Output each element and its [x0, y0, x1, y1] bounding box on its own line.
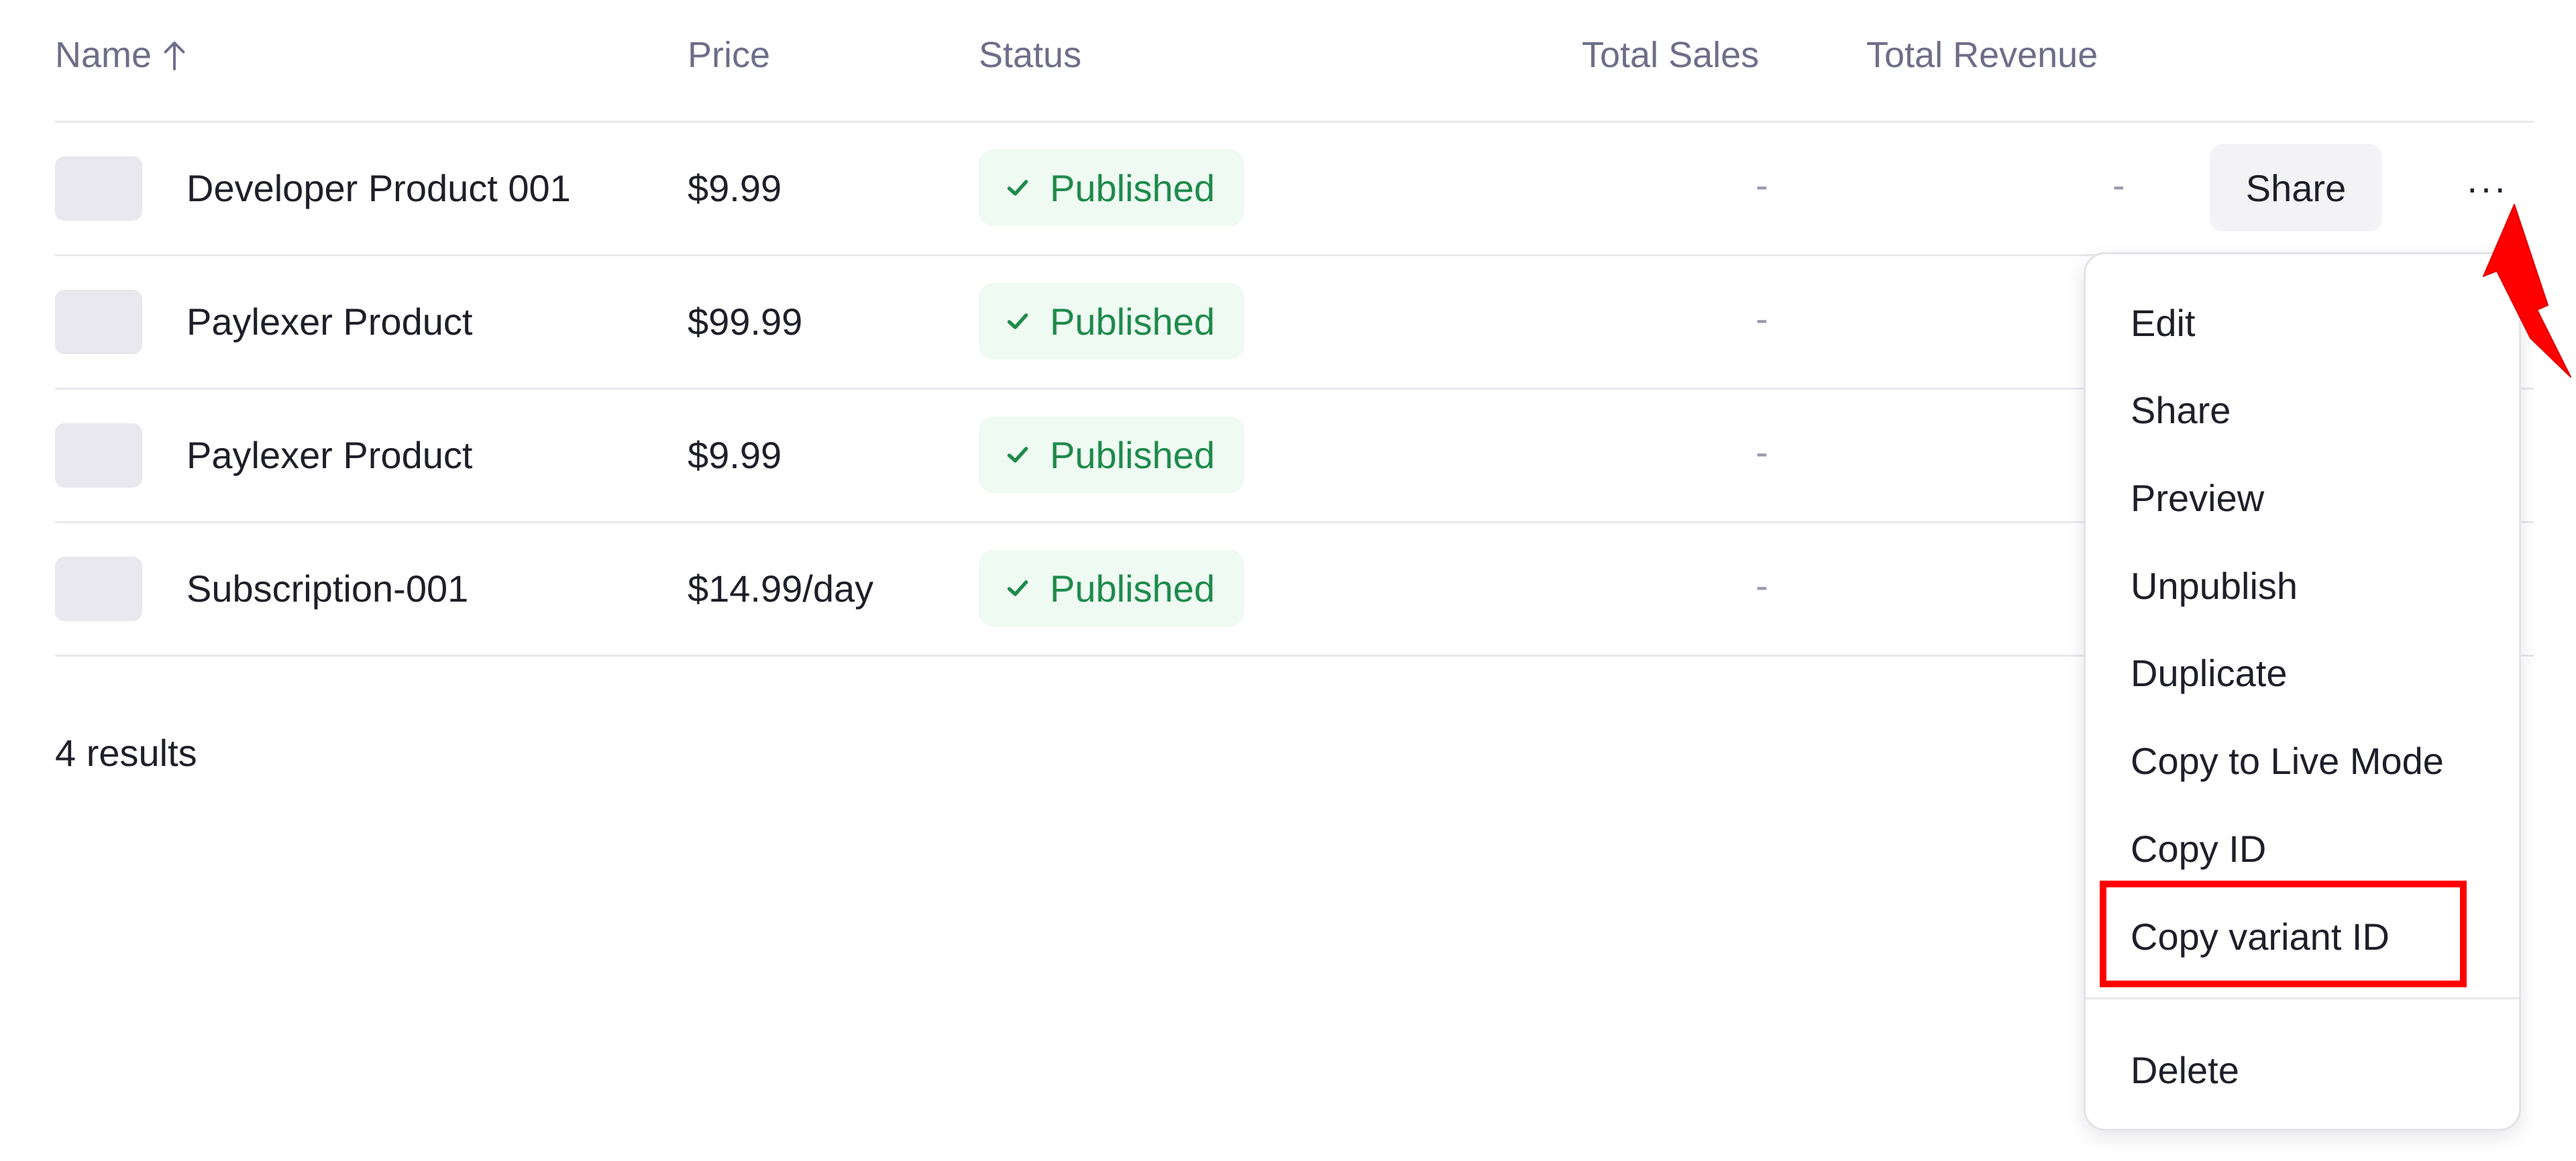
- status-badge: Published: [979, 150, 1244, 226]
- status-badge: Published: [979, 283, 1244, 360]
- check-icon: [1007, 313, 1028, 329]
- column-header-status[interactable]: Status: [979, 34, 1081, 76]
- check-icon: [1007, 447, 1028, 463]
- status-badge: Published: [979, 550, 1244, 626]
- total-sales-value: -: [1756, 431, 1768, 473]
- column-header-total-sales[interactable]: Total Sales: [1582, 34, 1759, 76]
- arrow-up-icon: [164, 42, 185, 70]
- menu-item-copy-to-live-mode[interactable]: Copy to Live Mode: [2086, 739, 2519, 783]
- more-actions-button[interactable]: ···: [2457, 158, 2517, 218]
- product-price: $14.99/day: [688, 567, 874, 610]
- results-count: 4 results: [55, 732, 197, 774]
- product-name[interactable]: Paylexer Product: [186, 300, 472, 344]
- product-thumbnail: [55, 557, 142, 621]
- product-price: $9.99: [688, 434, 782, 476]
- total-revenue-value: -: [2112, 164, 2125, 206]
- status-badge: Published: [979, 417, 1244, 493]
- check-icon: [1007, 580, 1028, 596]
- column-header-total-revenue[interactable]: Total Revenue: [1866, 34, 2098, 76]
- menu-item-copy-id[interactable]: Copy ID: [2086, 827, 2519, 871]
- table-row[interactable]: Developer Product 001 $9.99 Published - …: [55, 123, 2534, 256]
- status-label: Published: [1050, 166, 1215, 209]
- column-header-name[interactable]: Name: [55, 34, 186, 76]
- product-thumbnail: [55, 423, 142, 488]
- status-label: Published: [1050, 433, 1215, 476]
- product-name[interactable]: Developer Product 001: [186, 166, 571, 211]
- product-price: $99.99: [688, 300, 803, 343]
- check-icon: [1007, 180, 1028, 196]
- product-price: $9.99: [688, 167, 782, 209]
- product-name[interactable]: Paylexer Product: [186, 433, 472, 478]
- menu-item-duplicate[interactable]: Duplicate: [2086, 651, 2519, 696]
- ellipsis-icon: ···: [2466, 166, 2508, 209]
- status-label: Published: [1050, 567, 1215, 610]
- menu-item-preview[interactable]: Preview: [2086, 476, 2519, 520]
- menu-item-edit[interactable]: Edit: [2086, 301, 2519, 345]
- share-button[interactable]: Share: [2210, 144, 2382, 231]
- menu-divider: [2086, 997, 2519, 999]
- status-label: Published: [1050, 300, 1215, 343]
- actions-dropdown-menu: Edit Share Preview Unpublish Duplicate C…: [2084, 252, 2521, 1131]
- table-header: Name Price Status Total Sales Total Reve…: [55, 0, 2534, 123]
- total-sales-value: -: [1756, 297, 1768, 339]
- product-thumbnail: [55, 290, 142, 354]
- product-thumbnail: [55, 156, 142, 221]
- menu-item-share[interactable]: Share: [2086, 388, 2519, 433]
- menu-item-copy-variant-id[interactable]: Copy variant ID: [2086, 915, 2519, 959]
- total-sales-value: -: [1756, 164, 1768, 206]
- product-name[interactable]: Subscription-001: [186, 567, 468, 611]
- menu-item-unpublish[interactable]: Unpublish: [2086, 564, 2519, 608]
- column-header-price[interactable]: Price: [688, 34, 770, 76]
- menu-item-delete[interactable]: Delete: [2086, 1048, 2519, 1093]
- total-sales-value: -: [1756, 564, 1768, 606]
